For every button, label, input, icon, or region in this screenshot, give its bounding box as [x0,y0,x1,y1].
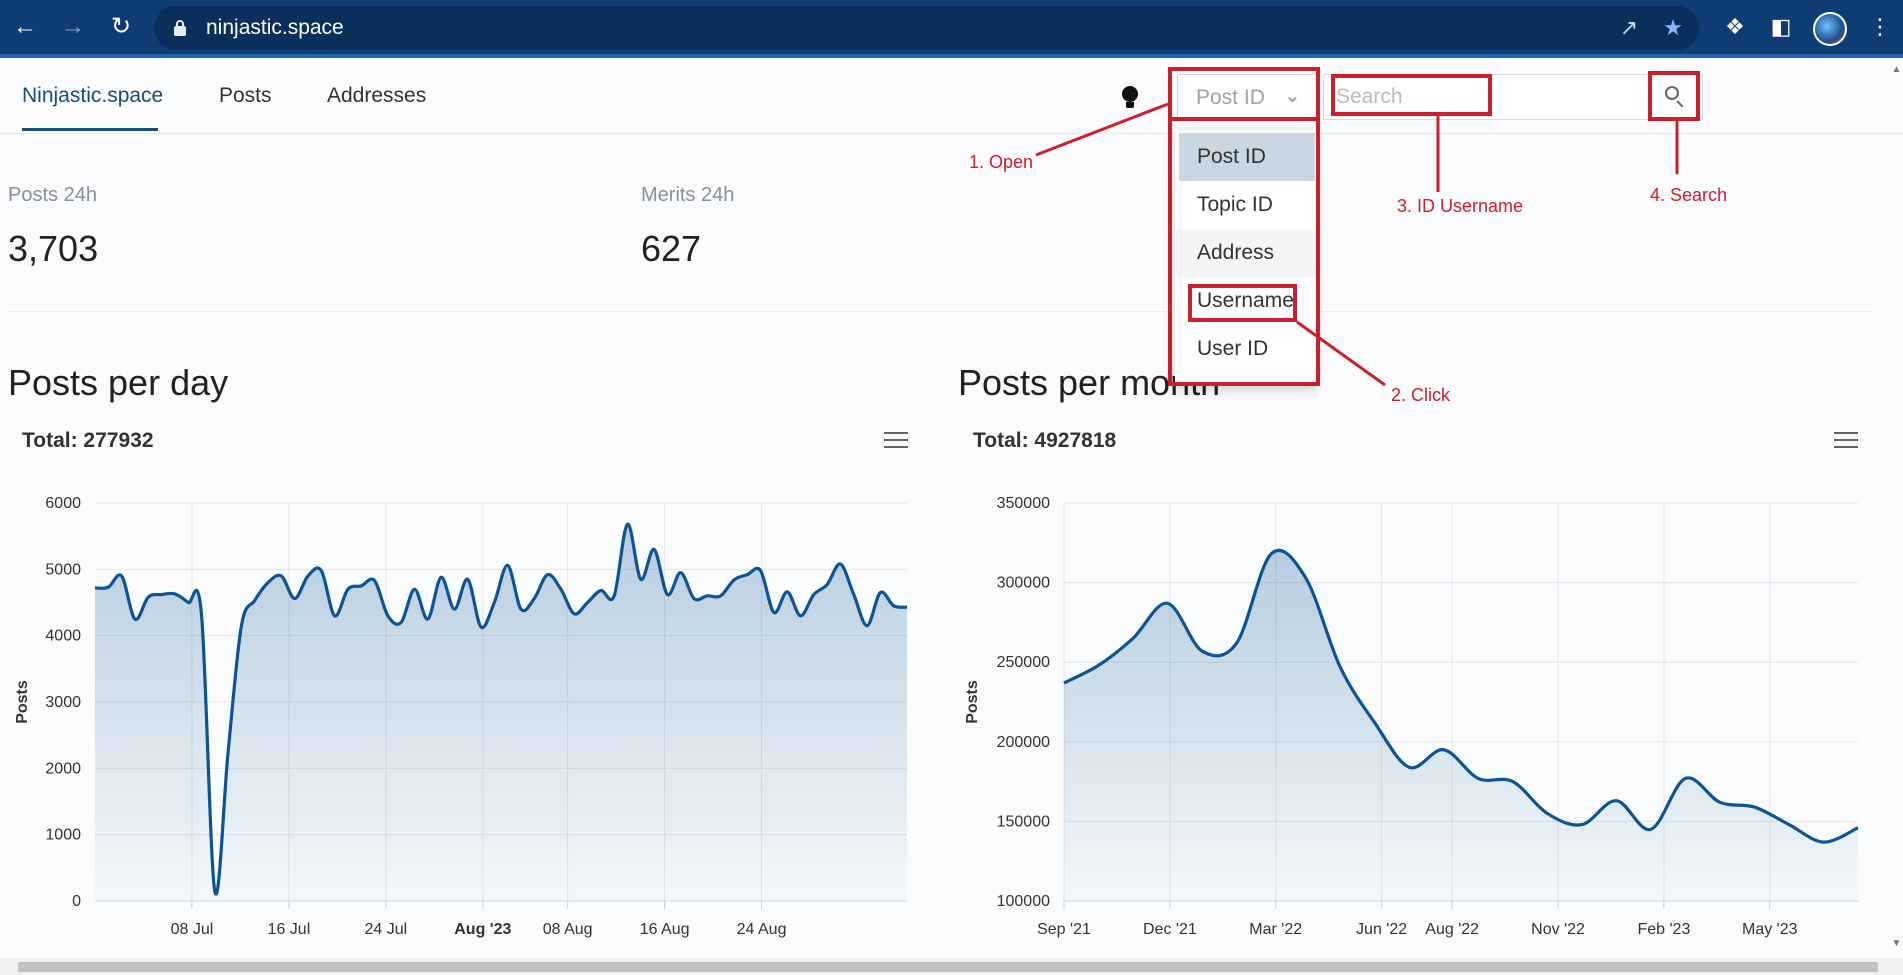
stat-posts-24h-label: Posts 24h [8,184,97,206]
y-tick-label: 6000 [45,495,81,512]
bookmark-star-icon[interactable]: ★ [1660,15,1686,41]
x-tick-label: Nov '22 [1531,921,1585,938]
y-tick-label: 2000 [45,760,81,777]
extensions-puzzle-icon[interactable]: ❖ [1721,13,1749,41]
x-tick-label: Feb '23 [1637,921,1690,938]
nav-posts-link[interactable]: Posts [219,84,272,108]
x-tick-label: Mar '22 [1249,921,1302,938]
x-tick-label: Aug '23 [454,921,511,938]
x-tick-label: Dec '21 [1143,921,1197,938]
x-tick-label: 16 Aug [640,921,690,938]
lock-icon [174,20,186,36]
theme-toggle-bulb-icon[interactable] [1121,86,1139,110]
forward-arrow-icon[interactable]: → [58,12,88,42]
back-arrow-icon[interactable]: ← [10,12,40,42]
y-tick-label: 250000 [997,654,1050,671]
x-tick-label: May '23 [1742,921,1798,938]
active-nav-indicator [22,128,158,131]
posts-per-day-total: Total: 277932 [22,429,154,452]
y-tick-label: 5000 [45,561,81,578]
nav-addresses-link[interactable]: Addresses [327,84,426,108]
annotation-box-search-button [1648,71,1700,121]
scroll-up-arrow-icon[interactable]: ▲ [1890,64,1903,80]
x-tick-label: 24 Aug [737,921,787,938]
chart-menu-hamburger-icon[interactable] [884,432,908,450]
horizontal-scrollbar[interactable] [0,958,1903,975]
posts-per-day-chart[interactable]: 0 1000 2000 3000 4000 5000 6000 08 Jul 16 Jul 24 … [0,470,920,950]
posts-per-month-chart[interactable]: 100000 150000 200000 250000 300000 350000 Sep … [950,470,1865,950]
chart-menu-hamburger-icon[interactable] [1834,432,1858,450]
y-tick-label: 300000 [997,575,1050,592]
y-tick-label: 200000 [997,734,1050,751]
annotation-box-dropdown [1168,117,1320,386]
address-bar[interactable]: ninjastic.space ↗ ★ [154,6,1699,50]
annotation-step-2: 2. Click [1391,385,1451,405]
posts-per-month-total: Total: 4927818 [973,429,1117,452]
side-panel-icon[interactable]: ◧ [1767,13,1795,41]
annotation-box-search-input [1331,74,1492,116]
x-tick-label: Jun '22 [1356,921,1407,938]
y-axis-title: Posts [14,680,31,724]
annotation-step-1: 1. Open [969,152,1034,172]
y-axis-title: Posts [964,680,981,724]
stat-posts-24h-value: 3,703 [8,228,99,269]
annotation-box-select [1168,67,1320,121]
y-tick-label: 100000 [997,893,1050,910]
annotation-box-username [1188,284,1297,322]
annotation-step-3: 3. ID Username [1397,196,1524,216]
reload-icon[interactable]: ↻ [106,12,136,42]
x-tick-label: Sep '21 [1037,921,1091,938]
stat-merits-24h-value: 627 [641,228,702,269]
y-tick-label: 3000 [45,694,81,711]
site-header: Ninjastic.space Posts Addresses Post ID … [0,62,1903,134]
posts-per-day-heading: Posts per day [8,362,229,403]
scroll-down-arrow-icon[interactable]: ▼ [1890,938,1903,954]
nav-brand-link[interactable]: Ninjastic.space [22,84,163,108]
share-icon[interactable]: ↗ [1616,15,1642,41]
stat-merits-24h-label: Merits 24h [641,184,735,206]
y-tick-label: 4000 [45,628,81,645]
browser-toolbar: ← → ↻ ninjastic.space ↗ ★ ❖ ◧ ⋮ [0,0,1903,58]
horizontal-scrollbar-thumb[interactable] [18,962,1878,972]
series-area [1064,550,1858,901]
x-tick-label: Aug '22 [1425,921,1479,938]
y-tick-label: 350000 [997,495,1050,512]
y-tick-label: 1000 [45,827,81,844]
profile-avatar[interactable] [1813,12,1847,46]
y-tick-label: 0 [72,893,81,910]
section-divider [8,311,1871,312]
x-tick-label: 08 Jul [171,921,214,938]
url-text: ninjastic.space [206,16,344,39]
x-tick-label: 16 Jul [268,921,311,938]
kebab-menu-icon[interactable]: ⋮ [1866,13,1894,41]
x-tick-label: 08 Aug [543,921,593,938]
annotation-step-4: 4. Search [1650,185,1728,205]
x-tick-label: 24 Jul [365,921,408,938]
y-tick-label: 150000 [997,813,1050,830]
